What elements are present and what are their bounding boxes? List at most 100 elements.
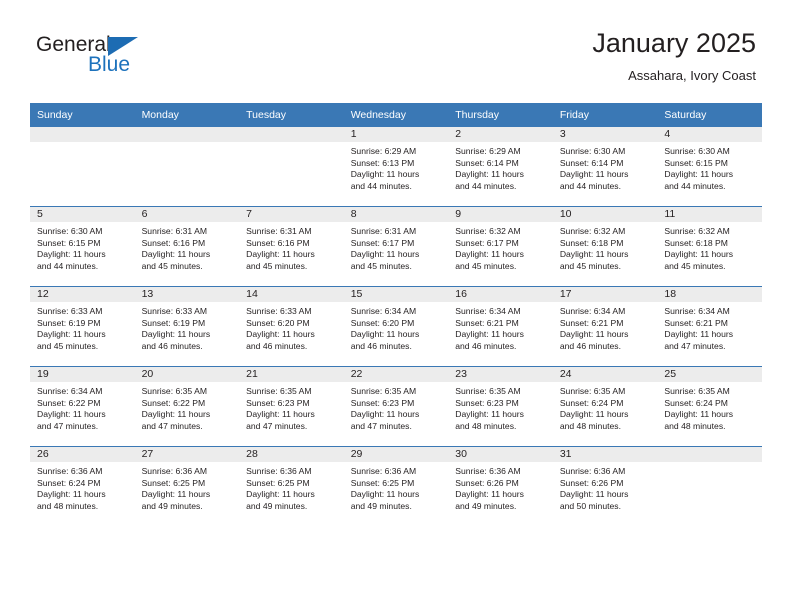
sunset-text: Sunset: 6:17 PM bbox=[350, 237, 415, 248]
day-cell[interactable]: 17 Sunrise: 6:34 AM Sunset: 6:21 PM Dayligh… bbox=[552, 286, 658, 367]
day-cell-inner: 18 Sunrise: 6:34 AM Sunset: 6:21 PM Dayligh… bbox=[657, 287, 762, 366]
day-number bbox=[239, 127, 344, 142]
day-info: Sunrise: 6:32 AM Sunset: 6:17 PM Daylight:… bbox=[448, 222, 553, 272]
sunrise-text: Sunrise: 6:34 AM bbox=[559, 306, 626, 316]
day-cell[interactable]: 11 Sunrise: 6:32 AM Sunset: 6:18 PM Dayligh… bbox=[657, 206, 762, 287]
day-cell[interactable]: 15 Sunrise: 6:34 AM Sunset: 6:20 PM Dayligh… bbox=[343, 286, 449, 367]
day-cell[interactable]: 28 Sunrise: 6:36 AM Sunset: 6:25 PM Dayligh… bbox=[239, 446, 344, 526]
day-cell[interactable]: 29 Sunrise: 6:36 AM Sunset: 6:25 PM Dayligh… bbox=[343, 446, 449, 526]
daylight-text-line2: and 49 minutes. bbox=[455, 500, 517, 511]
day-info: Sunrise: 6:32 AM Sunset: 6:18 PM Daylight:… bbox=[657, 222, 762, 272]
day-info: Sunrise: 6:35 AM Sunset: 6:24 PM Daylight:… bbox=[553, 382, 658, 432]
daylight-text-line1: Daylight: 11 hours bbox=[455, 249, 524, 260]
daylight-text-line1: Daylight: 11 hours bbox=[455, 489, 524, 500]
day-cell[interactable]: 2 Sunrise: 6:29 AM Sunset: 6:14 PM Daylight… bbox=[448, 127, 553, 207]
day-cell[interactable]: 16 Sunrise: 6:34 AM Sunset: 6:21 PM Dayligh… bbox=[448, 286, 553, 367]
daylight-text-line1: Daylight: 11 hours bbox=[37, 329, 106, 340]
day-cell[interactable]: 27 Sunrise: 6:36 AM Sunset: 6:25 PM Dayligh… bbox=[134, 446, 240, 526]
sunset-text: Sunset: 6:16 PM bbox=[141, 237, 206, 248]
day-cell[interactable]: 12 Sunrise: 6:33 AM Sunset: 6:19 PM Dayligh… bbox=[30, 286, 135, 367]
day-cell[interactable]: 1 Sunrise: 6:29 AM Sunset: 6:13 PM Daylight… bbox=[343, 127, 449, 207]
day-number: 24 bbox=[552, 367, 658, 382]
day-cell[interactable]: 13 Sunrise: 6:33 AM Sunset: 6:19 PM Dayligh… bbox=[134, 286, 240, 367]
day-cell[interactable] bbox=[657, 446, 762, 526]
day-cell[interactable] bbox=[239, 127, 344, 207]
day-info bbox=[30, 142, 135, 146]
day-cell[interactable]: 8 Sunrise: 6:31 AM Sunset: 6:17 PM Daylight… bbox=[343, 206, 449, 287]
day-cell[interactable]: 22 Sunrise: 6:35 AM Sunset: 6:23 PM Dayligh… bbox=[343, 366, 449, 447]
daylight-text-line1: Daylight: 11 hours bbox=[350, 329, 420, 340]
day-cell-inner: 16 Sunrise: 6:34 AM Sunset: 6:21 PM Dayligh… bbox=[448, 287, 553, 366]
day-cell-inner bbox=[30, 127, 135, 206]
day-cell[interactable] bbox=[134, 127, 240, 207]
day-cell-inner: 7 Sunrise: 6:31 AM Sunset: 6:16 PM Daylight… bbox=[239, 207, 344, 286]
day-number: 28 bbox=[239, 447, 344, 462]
day-cell[interactable]: 26 Sunrise: 6:36 AM Sunset: 6:24 PM Dayligh… bbox=[30, 446, 135, 526]
day-cell[interactable] bbox=[30, 127, 135, 207]
day-cell[interactable]: 21 Sunrise: 6:35 AM Sunset: 6:23 PM Dayligh… bbox=[239, 366, 344, 447]
daylight-text-line2: and 49 minutes. bbox=[350, 500, 412, 511]
day-cell[interactable]: 25 Sunrise: 6:35 AM Sunset: 6:24 PM Dayligh… bbox=[657, 366, 762, 447]
day-cell[interactable]: 7 Sunrise: 6:31 AM Sunset: 6:16 PM Daylight… bbox=[239, 206, 344, 287]
sunrise-text: Sunrise: 6:36 AM bbox=[559, 466, 626, 476]
sunset-text: Sunset: 6:21 PM bbox=[664, 317, 728, 328]
day-number: 22 bbox=[343, 367, 449, 382]
sunrise-text: Sunrise: 6:33 AM bbox=[37, 306, 103, 316]
day-info: Sunrise: 6:31 AM Sunset: 6:17 PM Daylight:… bbox=[344, 222, 449, 272]
day-cell[interactable]: 14 Sunrise: 6:33 AM Sunset: 6:20 PM Dayligh… bbox=[239, 286, 344, 367]
day-cell[interactable]: 9 Sunrise: 6:32 AM Sunset: 6:17 PM Daylight… bbox=[448, 206, 553, 287]
day-cell[interactable]: 31 Sunrise: 6:36 AM Sunset: 6:26 PM Dayligh… bbox=[552, 446, 658, 526]
day-cell[interactable]: 5 Sunrise: 6:30 AM Sunset: 6:15 PM Daylight… bbox=[30, 206, 135, 287]
sunset-text: Sunset: 6:25 PM bbox=[246, 477, 310, 488]
day-cell[interactable]: 3 Sunrise: 6:30 AM Sunset: 6:14 PM Daylight… bbox=[552, 127, 658, 207]
sunset-text: Sunset: 6:22 PM bbox=[141, 397, 206, 408]
calendar-week-row: 1 Sunrise: 6:29 AM Sunset: 6:13 PM Daylight… bbox=[30, 127, 762, 207]
day-cell[interactable]: 24 Sunrise: 6:35 AM Sunset: 6:24 PM Dayligh… bbox=[552, 366, 658, 447]
day-info: Sunrise: 6:36 AM Sunset: 6:25 PM Daylight:… bbox=[239, 462, 344, 512]
daylight-text-line2: and 44 minutes. bbox=[455, 180, 517, 191]
daylight-text-line2: and 49 minutes. bbox=[141, 500, 203, 511]
daylight-text-line2: and 48 minutes. bbox=[37, 500, 99, 511]
day-cell-inner bbox=[657, 447, 762, 526]
daylight-text-line1: Daylight: 11 hours bbox=[664, 329, 734, 340]
day-number: 27 bbox=[134, 447, 240, 462]
day-cell[interactable]: 23 Sunrise: 6:35 AM Sunset: 6:23 PM Dayligh… bbox=[448, 366, 553, 447]
daylight-text-line2: and 46 minutes. bbox=[246, 340, 308, 351]
day-cell[interactable]: 18 Sunrise: 6:34 AM Sunset: 6:21 PM Dayligh… bbox=[657, 286, 762, 367]
day-number: 21 bbox=[239, 367, 344, 382]
day-number: 18 bbox=[657, 287, 762, 302]
day-info bbox=[239, 142, 344, 146]
sunset-text: Sunset: 6:23 PM bbox=[246, 397, 310, 408]
day-cell[interactable]: 20 Sunrise: 6:35 AM Sunset: 6:22 PM Dayligh… bbox=[134, 366, 240, 447]
day-cell[interactable]: 10 Sunrise: 6:32 AM Sunset: 6:18 PM Dayligh… bbox=[552, 206, 658, 287]
day-cell-inner: 2 Sunrise: 6:29 AM Sunset: 6:14 PM Daylight… bbox=[448, 127, 553, 206]
day-cell[interactable]: 19 Sunrise: 6:34 AM Sunset: 6:22 PM Dayligh… bbox=[30, 366, 135, 447]
day-cell-inner: 4 Sunrise: 6:30 AM Sunset: 6:15 PM Daylight… bbox=[657, 127, 762, 206]
daylight-text-line2: and 45 minutes. bbox=[141, 260, 203, 271]
sunrise-text: Sunrise: 6:32 AM bbox=[664, 226, 730, 236]
sunrise-text: Sunrise: 6:34 AM bbox=[455, 306, 521, 316]
daylight-text-line2: and 45 minutes. bbox=[559, 260, 621, 271]
sunrise-text: Sunrise: 6:36 AM bbox=[350, 466, 417, 476]
day-info: Sunrise: 6:29 AM Sunset: 6:13 PM Daylight:… bbox=[344, 142, 449, 192]
day-cell[interactable]: 6 Sunrise: 6:31 AM Sunset: 6:16 PM Daylight… bbox=[134, 206, 240, 287]
day-cell-inner: 1 Sunrise: 6:29 AM Sunset: 6:13 PM Daylight… bbox=[343, 127, 449, 206]
daylight-text-line1: Daylight: 11 hours bbox=[455, 409, 524, 420]
sunset-text: Sunset: 6:23 PM bbox=[350, 397, 415, 408]
daylight-text-line2: and 45 minutes. bbox=[246, 260, 308, 271]
day-number: 23 bbox=[448, 367, 553, 382]
day-cell-inner: 6 Sunrise: 6:31 AM Sunset: 6:16 PM Daylight… bbox=[134, 207, 240, 286]
daylight-text-line1: Daylight: 11 hours bbox=[664, 409, 734, 420]
day-number bbox=[30, 127, 135, 142]
day-cell-inner: 26 Sunrise: 6:36 AM Sunset: 6:24 PM Dayligh… bbox=[30, 447, 135, 526]
sunset-text: Sunset: 6:19 PM bbox=[141, 317, 206, 328]
day-cell-inner: 13 Sunrise: 6:33 AM Sunset: 6:19 PM Dayligh… bbox=[134, 287, 240, 366]
day-number: 25 bbox=[657, 367, 762, 382]
sunset-text: Sunset: 6:24 PM bbox=[559, 397, 624, 408]
day-cell[interactable]: 4 Sunrise: 6:30 AM Sunset: 6:15 PM Daylight… bbox=[657, 127, 762, 207]
weekday-header-row: Sunday Monday Tuesday Wednesday Thursday… bbox=[30, 103, 762, 127]
day-info: Sunrise: 6:32 AM Sunset: 6:18 PM Daylight:… bbox=[553, 222, 658, 272]
sunset-text: Sunset: 6:17 PM bbox=[455, 237, 519, 248]
day-number: 10 bbox=[552, 207, 658, 222]
day-cell[interactable]: 30 Sunrise: 6:36 AM Sunset: 6:26 PM Dayligh… bbox=[448, 446, 553, 526]
